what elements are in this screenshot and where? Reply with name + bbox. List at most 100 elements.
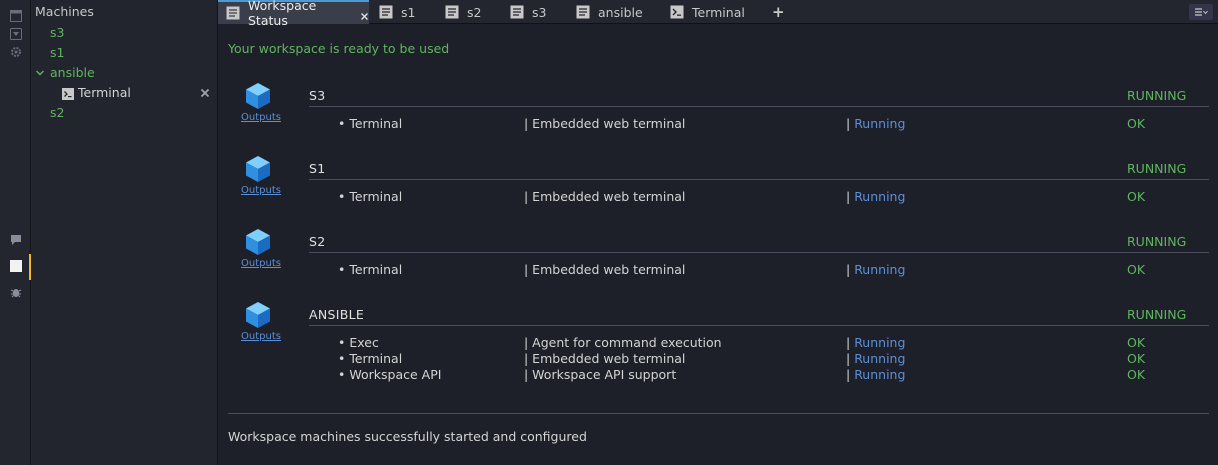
machine-block: Outputs ANSIBLE RUNNING • Exec | Agent for c… [218,301,1218,382]
completion-message: Workspace machines successfully started … [228,429,587,444]
terminal-icon [670,5,684,19]
agent-run-status: | Running [846,351,905,366]
machine-block: Outputs S1 RUNNING • Terminal | Embedded web… [218,155,1218,228]
divider [309,106,1209,107]
download-icon[interactable] [0,24,31,44]
tree-item-ansible[interactable]: ansible [31,64,217,82]
document-icon [510,5,524,19]
tab-label: ansible [598,4,643,20]
workspace-status-view: Your workspace is ready to be used Outpu… [218,25,1218,465]
machine-name: S3 [309,88,326,103]
agent-run-status: | Running [846,335,905,350]
agent-name: • Exec [338,335,379,350]
separator: | [846,367,855,382]
machine-status: RUNNING [1127,307,1187,322]
machines-panel: Machines s3 s1 ansible Terminal s2 [31,0,218,465]
close-icon[interactable] [360,9,369,20]
terminal-icon [62,87,74,100]
divider [309,325,1209,326]
document-icon [379,5,393,19]
machine-block: Outputs S3 RUNNING • Terminal | Embedded web… [218,82,1218,155]
separator: | [846,116,855,131]
agent-name: • Workspace API [338,367,442,382]
agent-run-status: | Running [846,367,905,382]
chevron-down-icon[interactable] [35,64,45,82]
tab-ansible[interactable]: ansible [576,0,643,24]
activity-bar [0,0,32,465]
running-link[interactable]: Running [854,116,905,131]
document-icon [226,6,240,20]
running-link[interactable]: Running [854,351,905,366]
agent-row: • Terminal | Embedded web terminal | Runni… [218,116,1218,132]
cube-icon [245,301,271,329]
window-icon[interactable] [0,6,31,26]
tree-item-s2[interactable]: s2 [50,104,64,122]
gear-icon[interactable] [0,42,31,62]
agent-row: • Terminal | Embedded web terminal | Runni… [218,189,1218,205]
tab-s1[interactable]: s1 [379,0,415,24]
agent-ok-status: OK [1127,367,1146,382]
agent-description: | Embedded web terminal [524,189,686,204]
tree-item-label: Terminal [78,85,131,100]
separator: | [846,262,855,277]
running-link[interactable]: Running [854,335,905,350]
document-icon [576,5,590,19]
chat-icon[interactable] [0,230,31,250]
tab-s3[interactable]: s3 [510,0,546,24]
tab-label: s3 [532,4,547,20]
machine-name: S2 [309,234,326,249]
cube-icon [245,228,271,256]
divider [309,252,1209,253]
bug-icon[interactable] [0,282,31,302]
agent-run-status: | Running [846,262,905,277]
editor-tab-bar: Workspace Status s1 s2 s3 ansible Termin… [218,0,1218,28]
agent-row: • Terminal | Embedded web terminal | Runni… [218,262,1218,278]
agent-row: • Workspace API | Workspace API support | … [218,367,1218,383]
agent-ok-status: OK [1127,335,1146,350]
machine-name: ANSIBLE [309,307,365,322]
document-icon [445,5,459,19]
running-link[interactable]: Running [854,367,905,382]
running-link[interactable]: Running [854,189,905,204]
cube-icon [245,155,271,183]
agent-ok-status: OK [1127,351,1146,366]
tree-item-s3[interactable]: s3 [50,24,64,42]
agent-run-status: | Running [846,116,905,131]
agent-ok-status: OK [1127,262,1146,277]
machine-block: Outputs S2 RUNNING • Terminal | Embedded web… [218,228,1218,301]
agent-name: • Terminal [338,262,403,277]
ready-message: Your workspace is ready to be used [228,41,450,56]
tree-item-terminal[interactable]: Terminal [62,84,212,102]
cube-icon [245,82,271,110]
agent-ok-status: OK [1127,189,1146,204]
tree-item-s1[interactable]: s1 [50,44,64,62]
agent-description: | Workspace API support [524,367,677,382]
agent-run-status: | Running [846,189,905,204]
tab-terminal[interactable]: Terminal [670,0,745,24]
tab-s2[interactable]: s2 [445,0,481,24]
tab-workspace-status[interactable]: Workspace Status [218,0,369,28]
tab-label: Terminal [692,4,745,20]
agent-description: | Embedded web terminal [524,262,686,277]
agent-description: | Agent for command execution [524,335,722,350]
machine-status: RUNNING [1127,161,1187,176]
agent-row: • Terminal | Embedded web terminal | Runni… [218,351,1218,367]
close-icon[interactable] [199,87,211,99]
divider [228,413,1209,414]
hamburger-menu-icon[interactable] [1189,4,1213,20]
divider [309,179,1209,180]
agent-ok-status: OK [1127,116,1146,131]
separator: | [846,189,855,204]
separator: | [846,335,855,350]
agent-name: • Terminal [338,189,403,204]
agent-name: • Terminal [338,351,403,366]
tab-label: s1 [401,4,416,20]
tree-item-label: ansible [50,65,95,80]
separator: | [846,351,855,366]
agent-description: | Embedded web terminal [524,116,686,131]
agent-row: • Exec | Agent for command execution | Run… [218,335,1218,351]
running-link[interactable]: Running [854,262,905,277]
panel-icon[interactable] [0,254,32,280]
tab-label: Workspace Status [248,0,317,28]
add-tab-button[interactable]: + [772,0,785,24]
